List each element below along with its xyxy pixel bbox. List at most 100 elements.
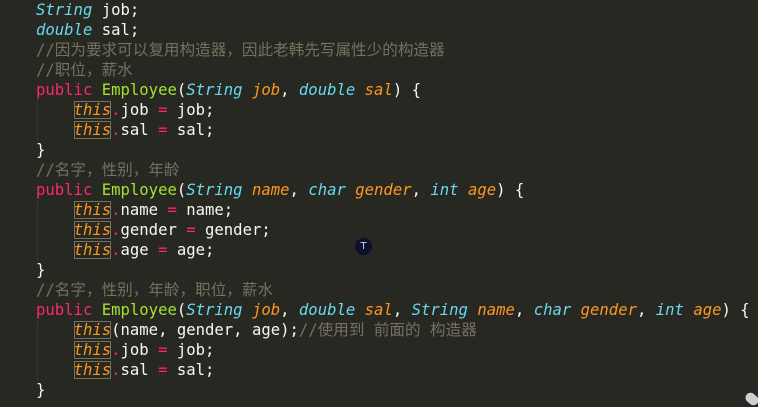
this-keyword: this	[73, 361, 112, 379]
code-line: this.sal = sal;	[36, 360, 214, 380]
code-text: job;	[167, 341, 215, 359]
code-line: this.job = job;	[36, 340, 214, 360]
code-text: (name, gender, age);	[111, 321, 299, 339]
code-text: gender	[120, 221, 187, 239]
code-text: }	[36, 141, 46, 159]
operator: .	[111, 241, 121, 259]
this-keyword: this	[73, 341, 112, 359]
code-line: String job;	[36, 0, 139, 20]
code-text: job	[120, 341, 159, 359]
code-text: ) {	[721, 301, 750, 319]
code-text: ,	[280, 301, 299, 319]
code-text: age	[120, 241, 159, 259]
code-line: //名字，性别，年龄	[36, 160, 180, 180]
function-name: Employee	[101, 181, 177, 199]
code-text: job;	[92, 1, 140, 19]
code-editor[interactable]: String job; double sal;//因为要求可以复用构造器，因此老韩…	[0, 0, 758, 407]
comment: //名字，性别，年龄	[36, 161, 180, 179]
code-text: ) {	[392, 81, 421, 99]
code-line: this.age = age;	[36, 240, 214, 260]
this-keyword: this	[73, 221, 112, 239]
type-name: char	[308, 181, 346, 199]
operator: =	[186, 221, 196, 239]
code-text: ,	[514, 301, 534, 319]
code-line: this.job = job;	[36, 100, 214, 120]
code-line: this.name = name;	[36, 200, 233, 220]
operator: .	[111, 361, 121, 379]
code-text: ,	[289, 181, 309, 199]
operator: .	[111, 221, 121, 239]
parameter: sal	[364, 81, 393, 99]
code-text: ) {	[496, 181, 525, 199]
code-text: job	[120, 101, 159, 119]
parameter: job	[251, 81, 281, 99]
operator: .	[111, 341, 121, 359]
code-line: this.gender = gender;	[36, 220, 271, 240]
code-line: }	[36, 380, 45, 400]
keyword: public	[36, 181, 93, 199]
operator: .	[111, 201, 121, 219]
code-line: }	[36, 140, 45, 160]
comment: //因为要求可以复用构造器，因此老韩先写属性少的构造器	[36, 41, 445, 59]
scroll-handle[interactable]	[743, 390, 758, 407]
comment: //名字，性别，年龄，职位，薪水	[36, 281, 274, 299]
code-line: public Employee(String name, char gender…	[36, 180, 524, 200]
parameter: name	[477, 301, 515, 319]
parameter: gender	[580, 301, 637, 319]
code-line: this.sal = sal;	[36, 120, 214, 140]
code-line: public Employee(String job, double sal) …	[36, 80, 421, 100]
operator: .	[111, 101, 121, 119]
operator: .	[111, 121, 121, 139]
function-name: Employee	[101, 301, 177, 319]
parameter: job	[251, 301, 281, 319]
type-name: char	[533, 301, 572, 319]
type-name: int	[430, 181, 459, 199]
type-name: String	[186, 181, 243, 199]
code-text: (	[176, 301, 187, 319]
function-name: Employee	[101, 81, 177, 99]
type-name: String	[186, 301, 243, 319]
text-cursor-icon: T	[355, 238, 372, 255]
code-text: sal	[120, 361, 159, 379]
type-name: double	[36, 21, 93, 39]
code-text: gender;	[195, 221, 271, 239]
code-text: name	[120, 201, 168, 219]
code-line: //因为要求可以复用构造器，因此老韩先写属性少的构造器	[36, 40, 445, 60]
code-line: //职位，薪水	[36, 60, 133, 80]
this-keyword: this	[73, 321, 112, 339]
parameter: sal	[364, 301, 393, 319]
code-text: ,	[411, 181, 431, 199]
code-text: sal;	[167, 121, 215, 139]
code-text: }	[36, 261, 46, 279]
comment: //使用到 前面的 构造器	[298, 321, 477, 339]
keyword: public	[36, 81, 93, 99]
type-name: int	[655, 301, 684, 319]
this-keyword: this	[73, 241, 112, 259]
code-text: name;	[176, 201, 234, 219]
parameter: age	[467, 181, 497, 199]
code-line: //名字，性别，年龄，职位，薪水	[36, 280, 273, 300]
parameter: gender	[355, 181, 412, 199]
keyword: public	[36, 301, 93, 319]
operator: =	[167, 201, 177, 219]
code-text: sal	[120, 121, 159, 139]
